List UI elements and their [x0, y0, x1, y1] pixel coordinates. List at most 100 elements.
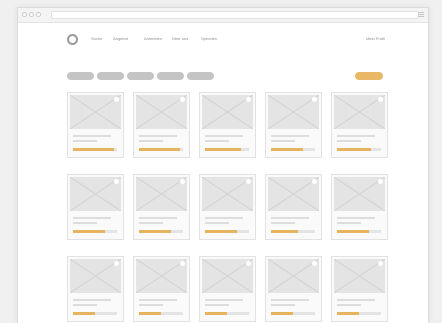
listing-card[interactable] — [67, 174, 124, 240]
progress-fill — [337, 312, 359, 315]
progress-bar — [205, 312, 249, 315]
card-title-placeholder — [205, 135, 243, 137]
listing-card[interactable] — [133, 256, 190, 322]
progress-bar — [139, 148, 183, 151]
progress-bar — [205, 148, 249, 151]
progress-bar — [73, 230, 117, 233]
browser-window: Suche Angebot Anmelden Über uns Spenden … — [17, 7, 429, 323]
image-placeholder-icon — [136, 259, 187, 293]
card-title-placeholder — [271, 299, 309, 301]
window-maximize-dot[interactable] — [36, 12, 41, 17]
browser-menu-icon[interactable] — [418, 12, 424, 17]
favorite-icon[interactable] — [180, 179, 185, 184]
nav-link-ueber-uns[interactable]: Über uns — [172, 36, 188, 42]
filter-chip-4[interactable] — [157, 72, 184, 80]
progress-fill — [139, 148, 180, 151]
card-subtitle-placeholder — [337, 222, 361, 224]
progress-fill — [271, 230, 299, 233]
listing-card[interactable] — [331, 174, 388, 240]
listing-card[interactable] — [133, 174, 190, 240]
listing-card[interactable] — [331, 256, 388, 322]
progress-fill — [139, 312, 161, 315]
window-close-dot[interactable] — [22, 12, 27, 17]
progress-fill — [205, 230, 237, 233]
favorite-icon[interactable] — [114, 261, 119, 266]
nav-link-angebot[interactable]: Angebot — [113, 36, 128, 42]
listing-card[interactable] — [265, 256, 322, 322]
window-minimize-dot[interactable] — [29, 12, 34, 17]
image-placeholder-icon — [268, 259, 319, 293]
card-subtitle-placeholder — [139, 140, 163, 142]
progress-bar — [337, 230, 381, 233]
progress-fill — [205, 312, 227, 315]
filter-chip-2[interactable] — [97, 72, 124, 80]
card-subtitle-placeholder — [271, 222, 295, 224]
listing-card[interactable] — [133, 92, 190, 158]
listing-card[interactable] — [331, 92, 388, 158]
card-title-placeholder — [205, 217, 243, 219]
profile-link[interactable]: Mein Profil — [366, 36, 385, 42]
progress-fill — [73, 148, 114, 151]
favorite-icon[interactable] — [246, 97, 251, 102]
card-title-placeholder — [139, 217, 177, 219]
listing-card[interactable] — [67, 256, 124, 322]
card-title-placeholder — [337, 299, 375, 301]
card-title-placeholder — [73, 135, 111, 137]
favorite-icon[interactable] — [180, 261, 185, 266]
favorite-icon[interactable] — [180, 97, 185, 102]
card-title-placeholder — [271, 135, 309, 137]
progress-bar — [73, 312, 117, 315]
card-title-placeholder — [205, 299, 243, 301]
favorite-icon[interactable] — [114, 97, 119, 102]
progress-fill — [73, 312, 95, 315]
nav-link-spenden[interactable]: Spenden — [201, 36, 217, 42]
progress-bar — [139, 312, 183, 315]
favorite-icon[interactable] — [378, 179, 383, 184]
favorite-icon[interactable] — [246, 261, 251, 266]
address-bar[interactable] — [51, 11, 419, 19]
favorite-icon[interactable] — [312, 97, 317, 102]
circle-logo-icon[interactable] — [67, 34, 78, 45]
card-subtitle-placeholder — [271, 304, 295, 306]
progress-bar — [337, 312, 381, 315]
nav-link-anmelden[interactable]: Anmelden — [144, 36, 162, 42]
card-subtitle-placeholder — [73, 140, 97, 142]
card-subtitle-placeholder — [271, 140, 295, 142]
progress-fill — [271, 148, 303, 151]
primary-action-button[interactable] — [355, 72, 383, 80]
card-title-placeholder — [73, 299, 111, 301]
image-placeholder-icon — [202, 95, 253, 129]
progress-bar — [73, 148, 117, 151]
favorite-icon[interactable] — [378, 261, 383, 266]
progress-fill — [139, 230, 171, 233]
progress-bar — [205, 230, 249, 233]
favorite-icon[interactable] — [378, 97, 383, 102]
favorite-icon[interactable] — [114, 179, 119, 184]
card-title-placeholder — [139, 299, 177, 301]
listing-card[interactable] — [265, 92, 322, 158]
favorite-icon[interactable] — [312, 261, 317, 266]
listing-card[interactable] — [199, 174, 256, 240]
card-subtitle-placeholder — [139, 304, 163, 306]
listing-card[interactable] — [265, 174, 322, 240]
filter-chip-3[interactable] — [127, 72, 154, 80]
progress-bar — [271, 312, 315, 315]
image-placeholder-icon — [70, 95, 121, 129]
card-subtitle-placeholder — [205, 140, 229, 142]
favorite-icon[interactable] — [312, 179, 317, 184]
card-title-placeholder — [139, 135, 177, 137]
filter-chip-5[interactable] — [187, 72, 214, 80]
listing-card[interactable] — [67, 92, 124, 158]
image-placeholder-icon — [136, 95, 187, 129]
filter-chip-1[interactable] — [67, 72, 94, 80]
progress-bar — [271, 230, 315, 233]
listing-card[interactable] — [199, 92, 256, 158]
card-subtitle-placeholder — [337, 140, 361, 142]
image-placeholder-icon — [202, 177, 253, 211]
favorite-icon[interactable] — [246, 179, 251, 184]
progress-fill — [271, 312, 293, 315]
progress-fill — [73, 230, 105, 233]
listing-card[interactable] — [199, 256, 256, 322]
image-placeholder-icon — [202, 259, 253, 293]
nav-link-suche[interactable]: Suche — [91, 36, 102, 42]
